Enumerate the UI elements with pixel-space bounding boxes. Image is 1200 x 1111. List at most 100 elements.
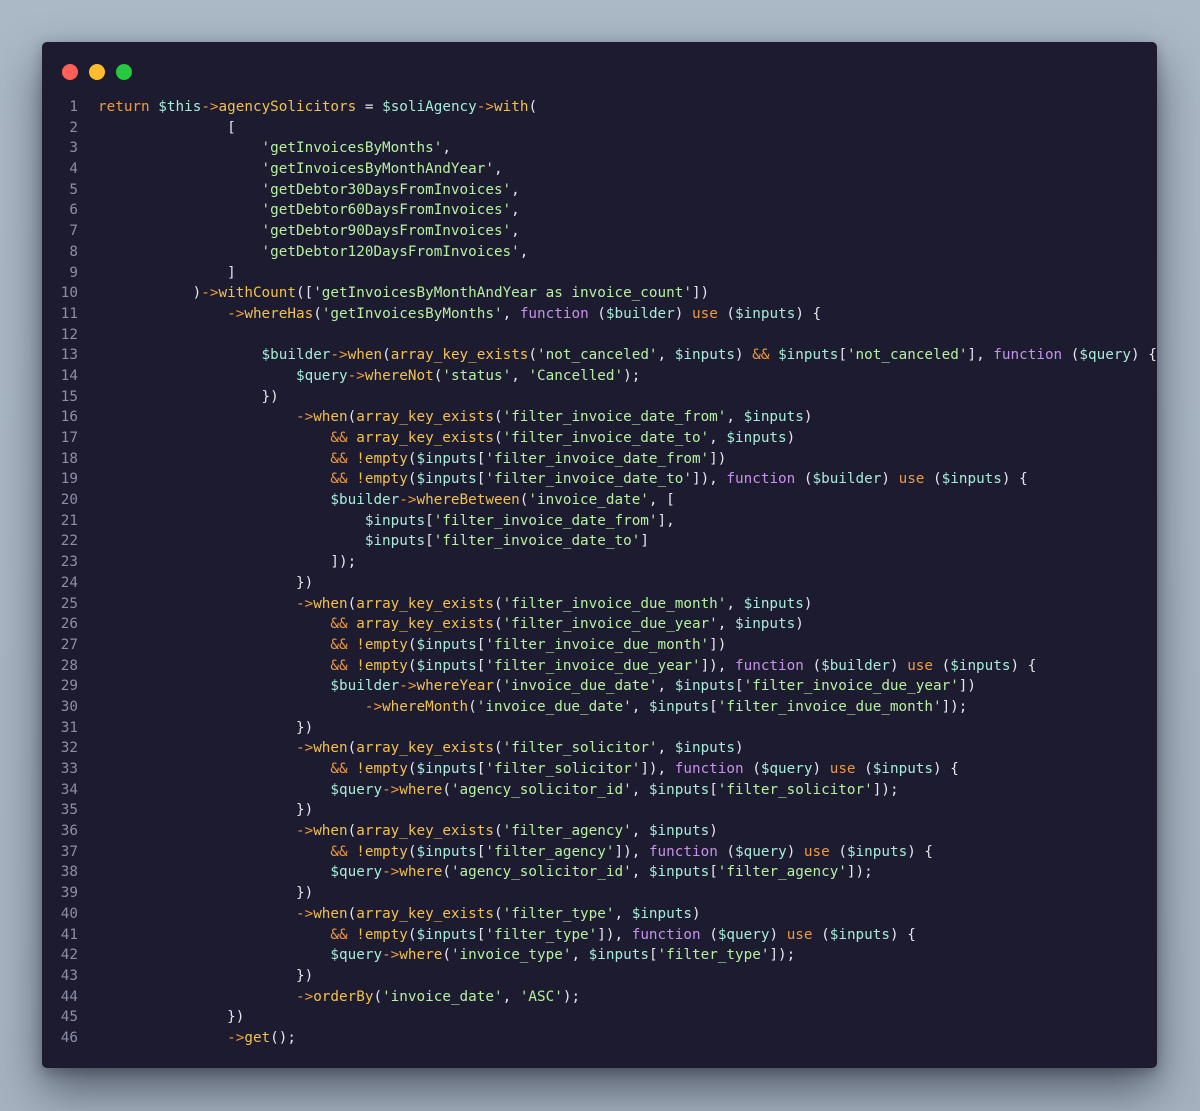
code-line: 20 $builder->whereBetween('invoice_date'…	[42, 490, 1157, 511]
line-number: 42	[60, 947, 78, 964]
code-token: array_key_exists	[356, 823, 494, 840]
code-token: ();	[270, 1029, 296, 1046]
code-token: $query	[330, 947, 383, 964]
code-token: (	[493, 678, 503, 695]
code-token: })	[98, 719, 314, 736]
code-token: (	[743, 761, 761, 777]
code-token: ,	[717, 616, 735, 633]
code-token: )	[803, 409, 813, 426]
code-token: )	[889, 657, 908, 674]
code-token: (	[347, 595, 357, 612]
line-source: 'getDebtor90DaysFromInvoices',	[98, 221, 520, 242]
code-editor: 1 return $this->agencySolicitors = $soliA…	[42, 97, 1157, 1049]
code-token: 'getInvoicesByMonths'	[321, 305, 503, 322]
code-token: when	[313, 409, 348, 426]
code-token: (	[528, 99, 538, 115]
code-line: 10 )->withCount(['getInvoicesByMonthAndY…	[42, 283, 1157, 304]
code-token: $inputs	[416, 926, 477, 943]
code-token: &&	[330, 450, 348, 467]
line-number: 28	[60, 657, 78, 674]
code-token: ->	[295, 409, 314, 426]
line-number: 9	[69, 264, 78, 281]
code-token: (	[933, 657, 951, 674]
line-source: && !empty($inputs['filter_invoice_date_f…	[98, 449, 726, 470]
code-token: $inputs	[416, 657, 477, 674]
code-token: ],	[657, 512, 675, 529]
code-token: (	[407, 761, 417, 777]
line-number: 6	[69, 202, 78, 219]
code-token: 'filter_invoice_due_year'	[485, 657, 701, 674]
code-token: (	[493, 823, 503, 840]
line-source: $builder->whereBetween('invoice_date', [	[98, 490, 674, 511]
code-token: );	[562, 988, 581, 1005]
code-token: ]);	[872, 781, 899, 798]
line-source: && !empty($inputs['filter_invoice_due_mo…	[98, 635, 726, 656]
code-line: 23 ]);	[42, 552, 1157, 573]
code-token: 'filter_invoice_date_from'	[485, 450, 710, 467]
code-token: $inputs	[364, 512, 426, 529]
code-token: 'filter_solicitor'	[485, 761, 641, 777]
code-token: ,	[631, 781, 649, 798]
code-token: [	[709, 781, 718, 798]
code-token: $inputs	[734, 616, 796, 633]
maximize-button[interactable]	[116, 64, 132, 80]
line-number: 27	[60, 636, 78, 653]
code-token: ->	[347, 367, 365, 384]
code-line: 3 'getInvoicesByMonths',	[42, 138, 1157, 159]
minimize-button[interactable]	[89, 64, 105, 80]
code-token: &&	[330, 471, 348, 488]
code-token: ]);	[941, 698, 968, 715]
code-token: whereHas	[244, 305, 314, 322]
code-token: array_key_exists	[356, 740, 494, 757]
line-source: ->when(array_key_exists('filter_invoice_…	[98, 407, 813, 428]
line-number: 43	[60, 967, 78, 984]
line-source: })	[98, 573, 313, 594]
code-line: 18 && !empty($inputs['filter_invoice_dat…	[42, 449, 1157, 470]
code-token: $inputs	[648, 864, 710, 881]
code-token: ) {	[890, 926, 916, 943]
code-token: ,	[571, 947, 589, 964]
line-source: $query->where('agency_solicitor_id', $in…	[98, 862, 873, 883]
code-token: ,	[519, 243, 529, 260]
code-token: ,	[493, 161, 503, 178]
close-button[interactable]	[62, 64, 78, 80]
line-number: 19	[60, 471, 78, 488]
code-token: (	[347, 740, 357, 757]
code-token: (	[829, 843, 847, 860]
line-number: 38	[60, 864, 78, 881]
code-token: ]);	[846, 864, 873, 881]
code-line: 42 $query->where('invoice_type', $inputs…	[42, 945, 1157, 966]
code-token: ])	[709, 450, 727, 467]
code-line: 30 ->whereMonth('invoice_due_date', $inp…	[42, 697, 1157, 718]
code-token: 'status'	[442, 367, 512, 384]
code-token: !empty	[356, 636, 408, 653]
code-line: 43 })	[42, 966, 1157, 987]
code-token: ]),	[691, 471, 727, 488]
line-source: })	[98, 1007, 244, 1028]
code-line: 14 $query->whereNot('status', 'Cancelled…	[42, 366, 1157, 387]
code-token: array_key_exists	[356, 430, 494, 446]
code-token: (	[493, 616, 503, 633]
code-token: $inputs	[416, 450, 477, 467]
code-token: ) {	[907, 843, 934, 860]
code-token: 'invoice_date'	[382, 988, 503, 1005]
line-source: $builder->when(array_key_exists('not_can…	[98, 345, 1157, 366]
code-token: $inputs	[631, 905, 692, 922]
line-number: 14	[60, 367, 78, 384]
code-token: &&	[330, 761, 348, 777]
code-token: $inputs	[648, 823, 710, 840]
code-line: 44 ->orderBy('invoice_date', 'ASC');	[42, 987, 1157, 1008]
code-token: 'filter_type'	[502, 905, 615, 922]
code-token: [	[709, 698, 718, 715]
code-token: [	[838, 347, 847, 364]
